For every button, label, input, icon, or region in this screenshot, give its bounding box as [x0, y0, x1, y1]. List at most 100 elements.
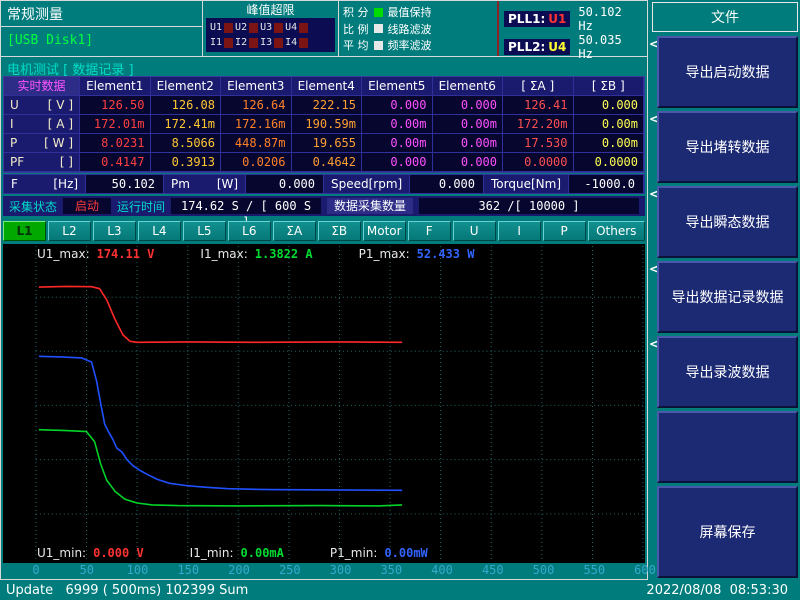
mode-right-label: 线路滤波	[388, 21, 432, 37]
softkey-slot: <导出堵转数据	[648, 111, 800, 183]
pll-source: U4	[548, 40, 566, 54]
max-label: I1_max: 1.3822 A	[200, 247, 312, 261]
tab-i[interactable]: I	[498, 221, 541, 241]
min-label: I1_min:0.00mA	[190, 546, 284, 560]
max-label-name: I1_max:	[200, 247, 247, 261]
peak-channel-row: I1I2I3I4	[210, 35, 331, 50]
peak-channel-label: I2	[235, 37, 247, 48]
datetime: 2022/08/08 08:53:30	[646, 583, 788, 598]
table-value-cell: 126.41	[503, 96, 574, 115]
peak-channel-row: U1U2U3U4	[210, 20, 331, 35]
max-value-labels: U1_max:174.11 VI1_max:1.3822 AP1_max:52.…	[37, 247, 637, 261]
acq-status-value: 启动	[63, 198, 111, 214]
sidebar-button-2[interactable]: 导出堵转数据	[657, 111, 798, 183]
tab-σb[interactable]: ΣB	[318, 221, 361, 241]
row-quantity: I	[10, 115, 14, 133]
table-header-cell: Element5	[362, 77, 433, 96]
table-value-cell: 0.000	[433, 153, 504, 172]
trace-I1	[39, 430, 402, 506]
measure-quantity: Pm	[171, 175, 190, 193]
peak-indicator	[224, 23, 233, 33]
table-row-label: P [ W ]	[4, 134, 80, 153]
mode-left-label: 积 分	[343, 4, 369, 20]
pll-frequency: 50.102 Hz	[578, 5, 642, 33]
max-label: U1_max:174.11 V	[37, 247, 154, 261]
x-tick-label: 250	[279, 563, 301, 577]
sample-count-label: 数据采集数量	[327, 198, 413, 214]
tab-σa[interactable]: ΣA	[273, 221, 316, 241]
sidebar-button-1[interactable]: 导出启动数据	[657, 36, 798, 108]
table-row-label: U[ V ]	[4, 96, 80, 115]
table-value-cell: 172.20m	[503, 115, 574, 134]
mode-right-label: 频率滤波	[388, 37, 432, 53]
table-value-cell: 0.000	[362, 153, 433, 172]
table-value-cell: 0.000	[362, 96, 433, 115]
softkey-column: <导出启动数据<导出堵转数据<导出瞬态数据<导出数据记录数据<导出录波数据屏幕保…	[648, 36, 800, 578]
measure-unit: [W]	[217, 175, 238, 193]
table-header-cell: Element3	[221, 77, 292, 96]
measure-unit: [Nm]	[531, 175, 561, 193]
measure-value: 50.102	[85, 175, 164, 193]
mode-indicator-row: 积 分最值保持	[343, 5, 493, 19]
sidebar-button-6[interactable]	[657, 411, 798, 483]
peak-indicator	[299, 23, 308, 33]
file-button[interactable]: 文件	[652, 2, 798, 32]
min-label: P1_min:0.00mW	[330, 546, 428, 560]
measure-group: Pm[W]0.000	[164, 175, 324, 193]
table-header-cell: Element2	[151, 77, 222, 96]
x-tick-label: 350	[380, 563, 402, 577]
trace-P1	[39, 356, 402, 490]
mode-indicator	[374, 41, 383, 50]
row-unit: [ W ]	[44, 134, 73, 152]
sample-count-value: 362 /[ 10000 ]	[419, 198, 639, 214]
max-label-value: 174.11 V	[97, 247, 155, 261]
tab-l1[interactable]: L1	[3, 221, 46, 241]
runtime-value: 174.62 S / [ 600 S ]	[171, 198, 321, 214]
table-header-cell: Element1	[80, 77, 151, 96]
table-value-cell: 0.3913	[151, 153, 222, 172]
table-header-cell: Element6	[433, 77, 504, 96]
tab-l6[interactable]: L6	[228, 221, 271, 241]
tab-l3[interactable]: L3	[93, 221, 136, 241]
row-quantity: P	[10, 134, 17, 152]
table-value-cell: 172.01m	[80, 115, 151, 134]
sidebar-button-4[interactable]: 导出数据记录数据	[657, 261, 798, 333]
table-value-cell: 222.15	[292, 96, 363, 115]
table-value-cell: 8.5066	[151, 134, 222, 153]
tab-others[interactable]: Others	[588, 221, 645, 241]
trace-U1	[39, 286, 402, 342]
table-value-cell: 0.4642	[292, 153, 363, 172]
softkey-slot: <导出启动数据	[648, 36, 800, 108]
measure-label: Speed[rpm]	[324, 175, 409, 193]
min-label-value: 0.00mW	[384, 546, 427, 560]
measure-group: Torque[Nm]-1000.0	[484, 175, 644, 193]
measure-value: -1000.0	[568, 175, 644, 193]
x-axis-labels: 050100150200250300350400450500550600	[3, 563, 645, 579]
sidebar-button-7[interactable]: 屏幕保存	[657, 486, 798, 578]
min-label: U1_min:0.000 V	[37, 546, 144, 560]
tab-l5[interactable]: L5	[183, 221, 226, 241]
x-tick-label: 50	[80, 563, 94, 577]
table-value-cell: 19.655	[292, 134, 363, 153]
min-label-name: U1_min:	[37, 546, 86, 560]
tab-p[interactable]: P	[543, 221, 586, 241]
mode-indicator-row: 平 均 频率滤波	[343, 38, 493, 52]
measure-unit: [Hz]	[53, 175, 78, 193]
status-bar: Update 6999 ( 500ms) 102399 Sum 2022/08/…	[0, 580, 800, 600]
row-unit: [ A ]	[48, 115, 73, 133]
softkey-slot: 屏幕保存	[648, 486, 800, 578]
tab-l4[interactable]: L4	[138, 221, 181, 241]
peak-indicator	[249, 38, 258, 48]
max-label-value: 1.3822 A	[255, 247, 313, 261]
runtime-label: 运行时间	[117, 198, 165, 215]
sidebar-button-3[interactable]: 导出瞬态数据	[657, 186, 798, 258]
max-label-name: P1_max:	[359, 247, 410, 261]
tab-u[interactable]: U	[453, 221, 496, 241]
tab-l2[interactable]: L2	[48, 221, 91, 241]
row-unit: [ ]	[60, 153, 73, 171]
tab-f[interactable]: F	[408, 221, 451, 241]
mode-left-label: 平 均	[343, 37, 369, 53]
table-value-cell: 8.0231	[80, 134, 151, 153]
tab-motor[interactable]: Motor	[363, 221, 406, 241]
sidebar-button-5[interactable]: 导出录波数据	[657, 336, 798, 408]
